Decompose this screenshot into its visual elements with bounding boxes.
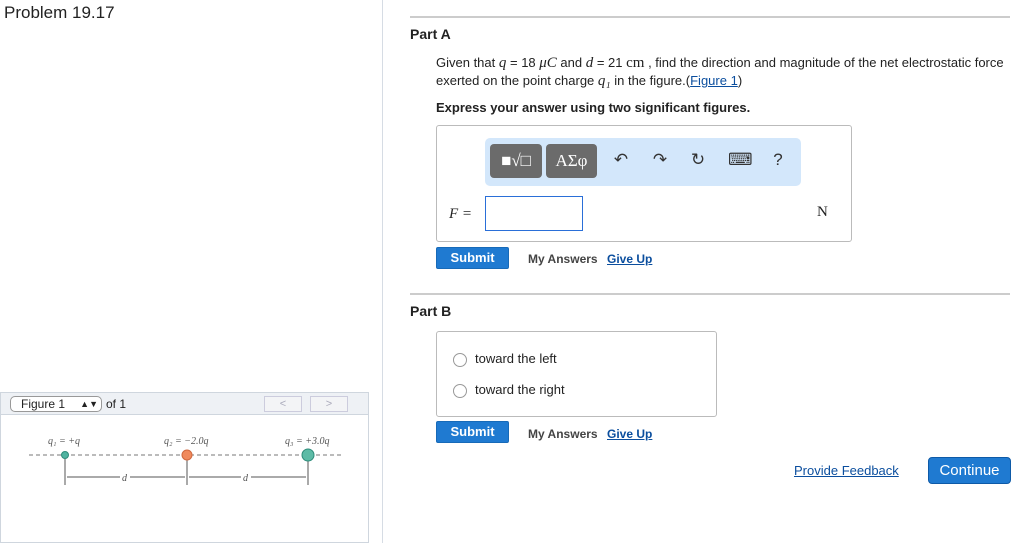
reset-icon[interactable]: ↻ (688, 150, 708, 170)
figure-count: of 1 (106, 397, 127, 411)
problem-title: Problem 19.17 (4, 3, 115, 22)
charge-q3 (301, 448, 315, 462)
answer-input[interactable] (485, 196, 583, 231)
answer-box: ■√□ ΑΣφ ↶ ↷ ↻ ⌨ ? F = N (436, 125, 852, 242)
part-b-title: Part B (410, 303, 452, 319)
q2-label: q₂ = −2.0q (164, 436, 208, 447)
provide-feedback-link[interactable]: Provide Feedback (794, 463, 899, 478)
part-a-my-answers[interactable]: My Answers (528, 252, 598, 266)
charge-q1 (61, 451, 69, 459)
part-a-title: Part A (410, 26, 451, 42)
figure-panel: Problem 19.17 Figure 1 ▲▼ of 1 < > q₁ = +… (0, 0, 383, 543)
charge-q2 (181, 449, 193, 461)
prev-figure-button[interactable]: < (264, 396, 302, 412)
radio-button[interactable] (453, 383, 467, 398)
question-text: Given that q = 18 μC and d = 21 cm , fin… (436, 55, 1004, 89)
part-b-give-up[interactable]: Give Up (607, 427, 652, 441)
q3-label: q₃ = +3.0q (285, 436, 329, 447)
math-toolbar: ■√□ ΑΣφ ↶ ↷ ↻ ⌨ ? (485, 138, 801, 186)
keyboard-icon[interactable]: ⌨ (728, 150, 753, 170)
instruction: Express your answer using two significan… (436, 100, 751, 115)
next-figure-button[interactable]: > (310, 396, 348, 412)
undo-icon[interactable]: ↶ (611, 150, 631, 170)
part-a-submit-button[interactable]: Submit (436, 247, 509, 269)
divider (410, 16, 1010, 18)
option-left[interactable]: toward the left (453, 351, 557, 369)
divider (410, 293, 1010, 295)
options-box: toward the left toward the right (436, 331, 717, 417)
figure-select-value: Figure 1 (21, 397, 66, 411)
help-icon[interactable]: ? (768, 150, 788, 170)
template-button[interactable]: ■√□ (490, 144, 542, 178)
option-right[interactable]: toward the right (453, 382, 565, 400)
figure-link[interactable]: Figure 1 (690, 73, 738, 88)
answer-label: F = (449, 206, 473, 222)
figure-toolbar: Figure 1 ▲▼ of 1 < > (0, 392, 369, 415)
continue-button[interactable]: Continue (928, 457, 1011, 484)
part-a-give-up[interactable]: Give Up (607, 252, 652, 266)
radio-button[interactable] (453, 352, 467, 367)
greek-symbols-button[interactable]: ΑΣφ (546, 144, 597, 178)
redo-icon[interactable]: ↷ (650, 150, 670, 170)
unit-label: N (817, 204, 828, 220)
question-panel: Part A Given that q = 18 μC and d = 21 c… (383, 0, 1024, 543)
part-b-submit-button[interactable]: Submit (436, 421, 509, 443)
q1-label: q₁ = +q (48, 436, 80, 447)
select-arrows-icon: ▲▼ (80, 399, 98, 409)
part-b-my-answers[interactable]: My Answers (528, 427, 598, 441)
figure-image: q₁ = +q q₂ = −2.0q q₃ = +3.0q d d (0, 415, 369, 543)
figure-select[interactable]: Figure 1 ▲▼ (10, 396, 102, 412)
charge-diagram: q₁ = +q q₂ = −2.0q q₃ = +3.0q d d (29, 436, 343, 485)
